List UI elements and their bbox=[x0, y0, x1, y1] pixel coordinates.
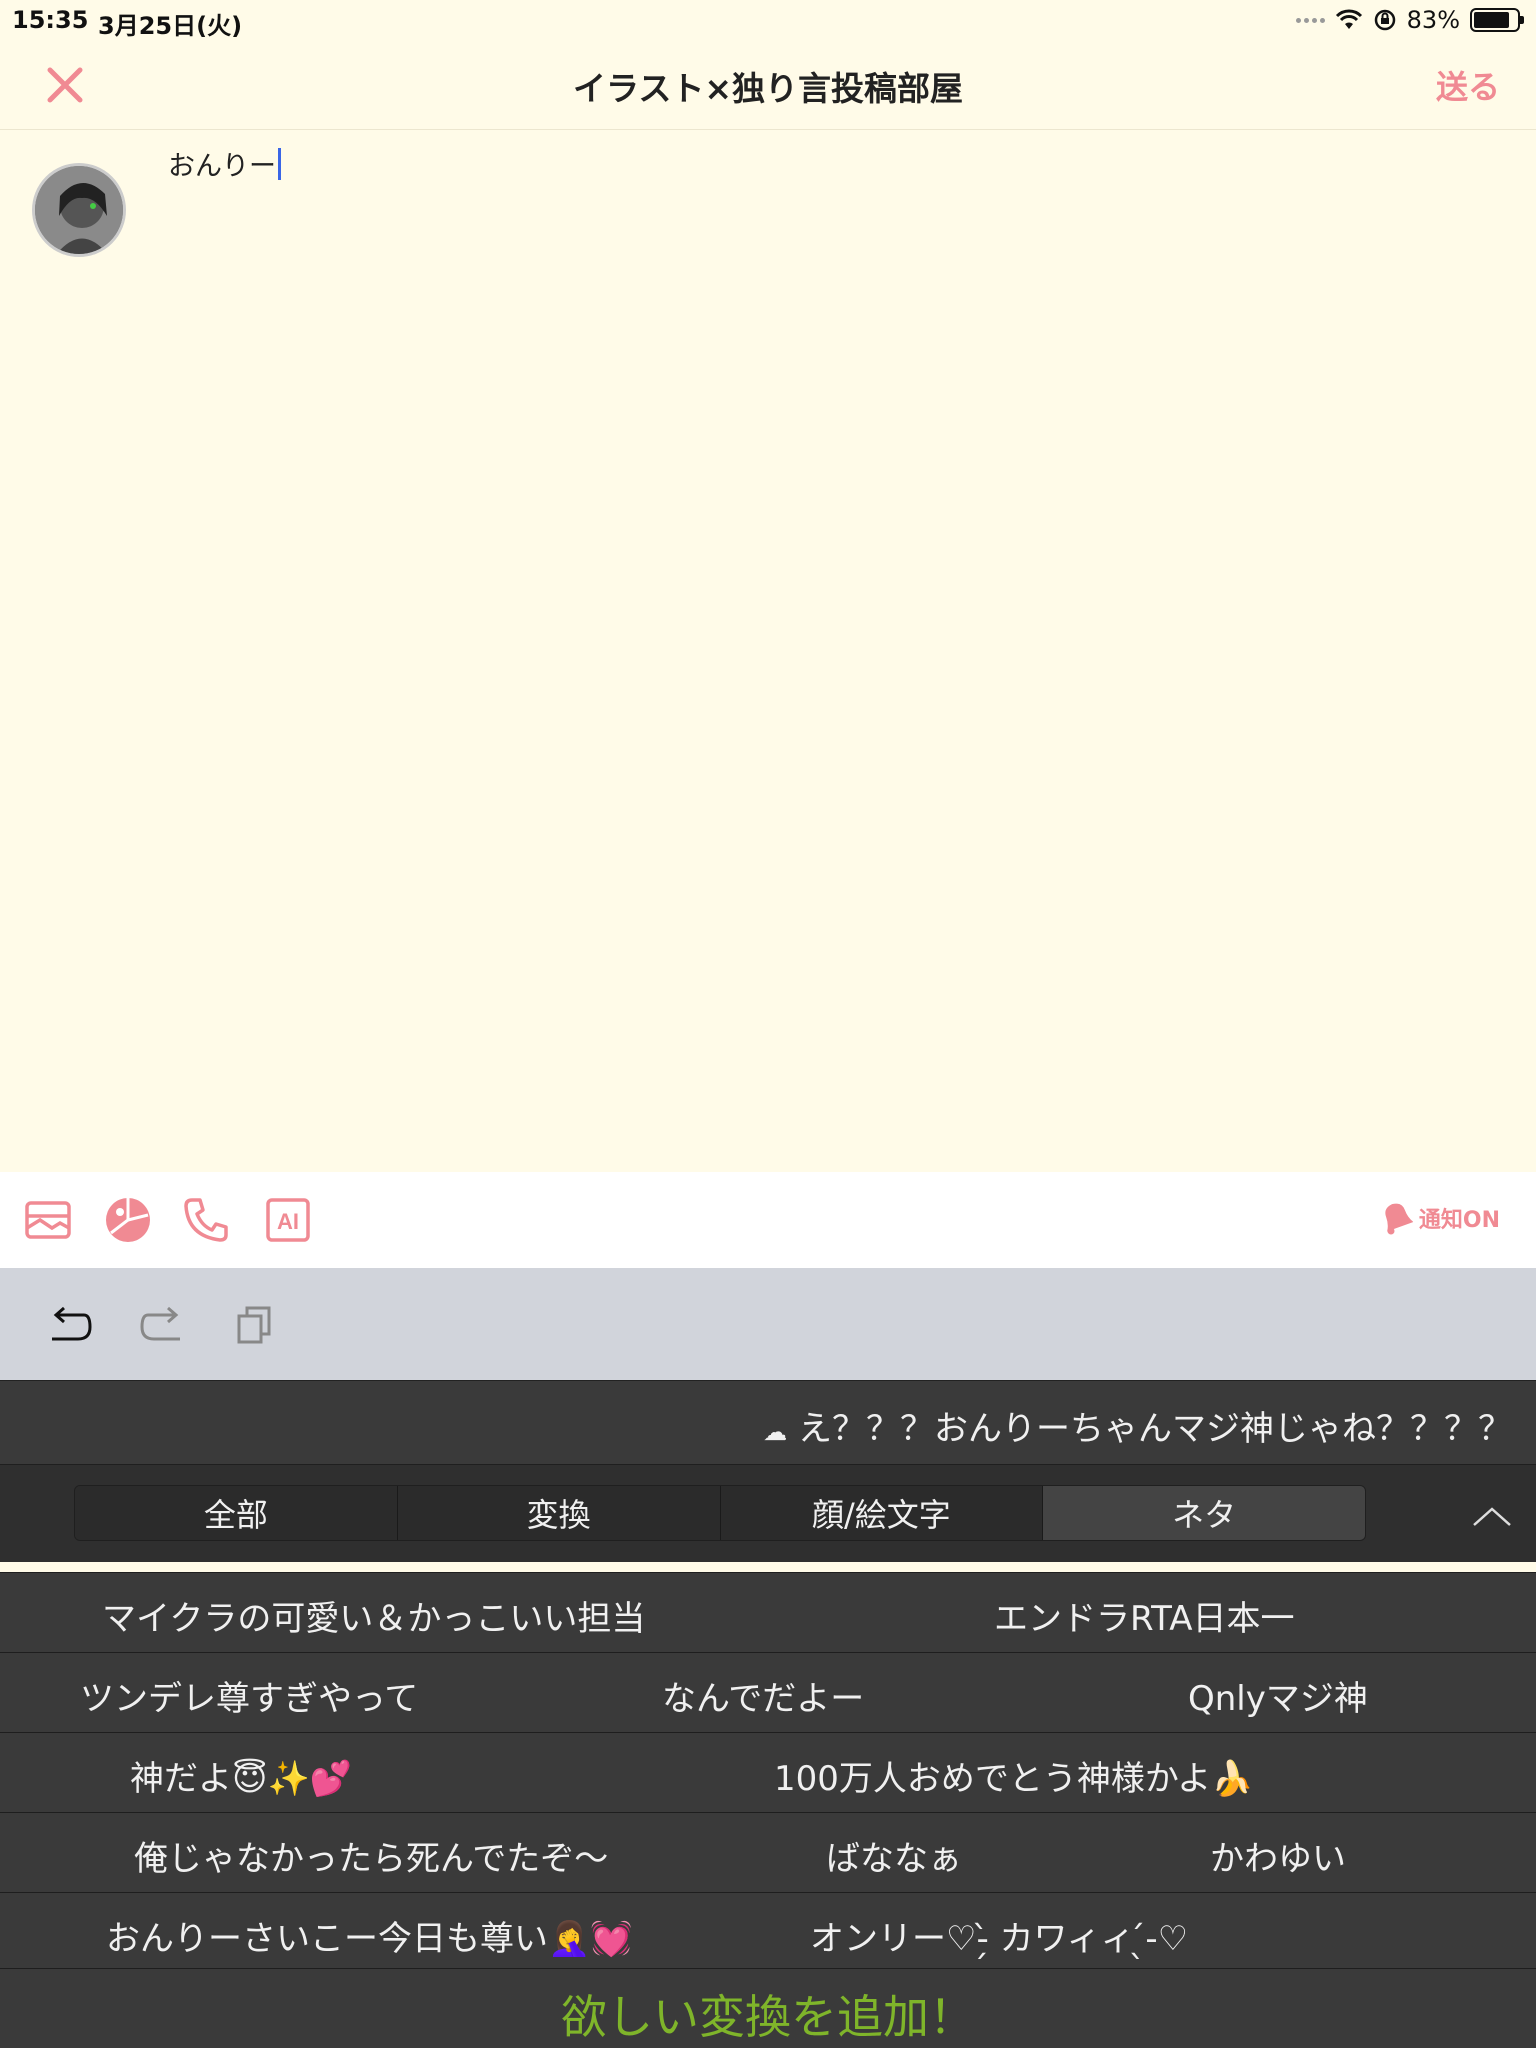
status-time: 15:35 bbox=[12, 6, 89, 34]
battery-icon bbox=[1470, 8, 1524, 32]
call-button[interactable] bbox=[180, 1194, 232, 1246]
suggestion-item[interactable]: 100万人おめでとう神様かよ🍌 bbox=[774, 1751, 1254, 1800]
status-right: 83% bbox=[1295, 6, 1524, 34]
tab-emoji[interactable]: 顔/絵文字 bbox=[720, 1486, 1044, 1540]
chevron-up-icon[interactable] bbox=[1472, 1495, 1512, 1535]
category-tabs: 全部 変換 顔/絵文字 ネタ bbox=[74, 1485, 1366, 1541]
cloud-icon: ☁ bbox=[763, 1418, 788, 1446]
add-conversion-bar: 欲しい変換を追加！ bbox=[0, 1968, 1536, 2048]
notification-toggle[interactable]: 通知ON bbox=[1377, 1200, 1500, 1236]
suggestion-item[interactable]: オンリー♡-̗̀ カワィィ ̖́-♡ bbox=[810, 1911, 1188, 1960]
suggestion-item[interactable]: なんでだよー bbox=[662, 1671, 864, 1720]
svg-text:AI: AI bbox=[277, 1209, 299, 1234]
compose-toolbar: AI 通知ON bbox=[0, 1172, 1536, 1268]
signal-icon bbox=[1295, 17, 1325, 23]
rotation-lock-icon bbox=[1374, 9, 1395, 31]
page-title: イラスト×独り言投稿部屋 bbox=[573, 69, 963, 108]
suggestion-item[interactable]: マイクラの可愛い＆かっこいい担当 bbox=[102, 1591, 645, 1640]
redo-icon bbox=[140, 1306, 180, 1341]
undo-icon bbox=[52, 1306, 92, 1341]
suggestion-item[interactable]: Qnlyマジ神 bbox=[1188, 1671, 1368, 1720]
suggestion-row: 神だよ😇✨💕 100万人おめでとう神様かよ🍌 bbox=[0, 1732, 1536, 1812]
post-text-input[interactable]: おんりー bbox=[168, 144, 281, 183]
suggestion-list: マイクラの可愛い＆かっこいい担当 エンドラRTA日本一 ツンデレ尊すぎやって な… bbox=[0, 1572, 1536, 1972]
status-date: 3月25日(火) bbox=[98, 12, 243, 40]
candidate-suggestion[interactable]: ☁ え？？？おんりーちゃんマジ神じゃね？？？？ bbox=[763, 1401, 1512, 1450]
avatar-illustration bbox=[35, 166, 123, 254]
suggestion-item[interactable]: おんりーさいこー今日も尊い🤦‍♀️💓 bbox=[106, 1911, 633, 1960]
text-caret bbox=[278, 147, 281, 180]
bell-icon bbox=[1385, 1203, 1413, 1235]
suggestion-item[interactable]: エンドラRTA日本一 bbox=[994, 1591, 1295, 1640]
candidate-bar: ☁ え？？？おんりーちゃんマジ神じゃね？？？？ bbox=[0, 1380, 1536, 1464]
paste-button[interactable] bbox=[230, 1300, 280, 1350]
wifi-icon bbox=[1335, 9, 1362, 29]
suggestion-item[interactable]: 神だよ😇✨💕 bbox=[130, 1751, 352, 1800]
suggestion-row: おんりーさいこー今日も尊い🤦‍♀️💓 オンリー♡-̗̀ カワィィ ̖́-♡ bbox=[0, 1892, 1536, 1972]
paste-icon bbox=[237, 1306, 271, 1344]
suggestion-row: マイクラの可愛い＆かっこいい担当 エンドラRTA日本一 bbox=[0, 1572, 1536, 1652]
tab-all[interactable]: 全部 bbox=[75, 1486, 398, 1540]
pie-chart-icon bbox=[106, 1198, 150, 1242]
redo-button[interactable] bbox=[138, 1300, 188, 1350]
ai-button[interactable]: AI bbox=[262, 1194, 314, 1246]
tab-conversion[interactable]: 変換 bbox=[397, 1486, 721, 1540]
keyboard-shortcut-bar bbox=[0, 1268, 1536, 1380]
notification-label: 通知ON bbox=[1418, 1208, 1500, 1233]
image-icon bbox=[25, 1201, 71, 1239]
ai-icon: AI bbox=[266, 1198, 310, 1242]
suggestion-item[interactable]: ばななぁ bbox=[826, 1831, 962, 1880]
battery-percent: 83% bbox=[1406, 6, 1460, 34]
suggestion-item[interactable]: かわゆい bbox=[1210, 1831, 1346, 1880]
suggestion-item[interactable]: ツンデレ尊すぎやって bbox=[80, 1671, 418, 1720]
suggestion-row: ツンデレ尊すぎやって なんでだよー Qnlyマジ神 bbox=[0, 1652, 1536, 1732]
suggestion-row: 俺じゃなかったら死んでたぞ〜 ばななぁ かわゆい bbox=[0, 1812, 1536, 1892]
suggestion-item[interactable]: 俺じゃなかったら死んでたぞ〜 bbox=[134, 1831, 608, 1880]
send-button[interactable]: 送る bbox=[1436, 62, 1500, 108]
candidate-text: え？？？おんりーちゃんマジ神じゃね？？？？ bbox=[798, 1409, 1512, 1449]
category-tabs-bar: 全部 変換 顔/絵文字 ネタ bbox=[0, 1464, 1536, 1562]
avatar[interactable] bbox=[32, 163, 126, 257]
chart-button[interactable] bbox=[102, 1194, 154, 1246]
phone-icon bbox=[184, 1198, 228, 1242]
status-bar: 15:35 3月25日(火) 83% bbox=[0, 0, 1536, 42]
post-text: おんりー bbox=[168, 151, 276, 182]
image-button[interactable] bbox=[22, 1194, 74, 1246]
add-conversion-button[interactable]: 欲しい変換を追加！ bbox=[0, 1981, 1536, 2047]
tab-neta[interactable]: ネタ bbox=[1043, 1486, 1365, 1540]
undo-button[interactable] bbox=[44, 1300, 94, 1350]
header: イラスト×独り言投稿部屋 送る bbox=[0, 42, 1536, 130]
